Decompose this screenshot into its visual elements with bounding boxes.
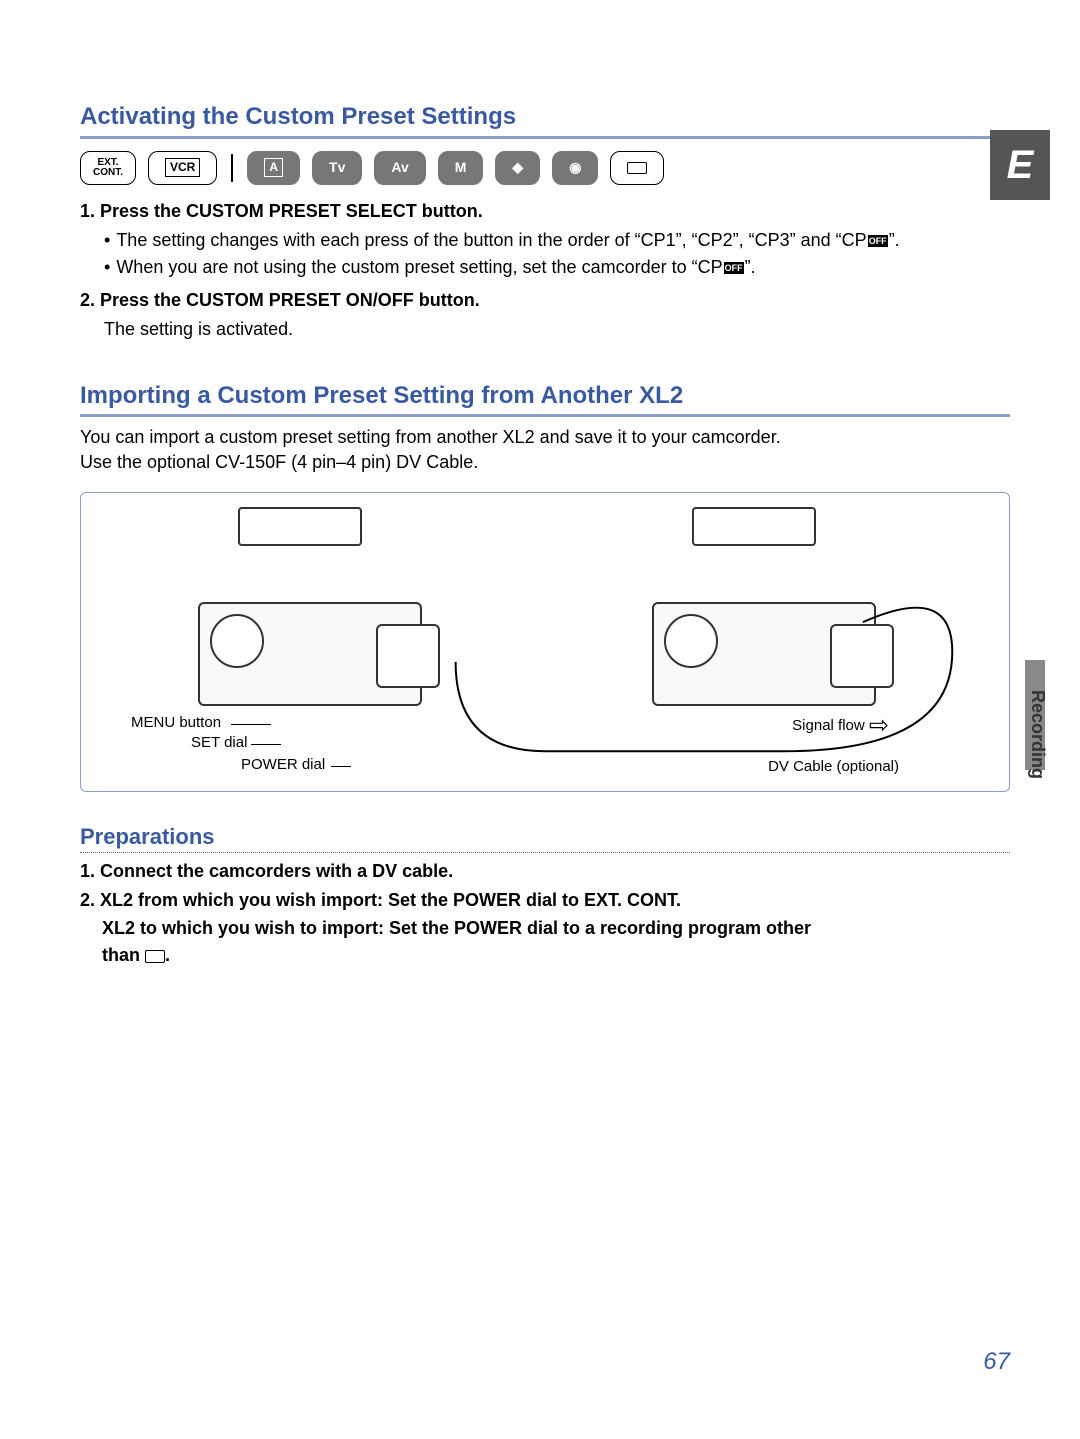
mode-pill-tv: Tv (312, 151, 362, 185)
easy-rect-icon (627, 162, 647, 174)
mode-pill-a: A (247, 151, 300, 185)
cp-off-icon: OFF (868, 235, 888, 247)
mode-pill-easy (610, 151, 664, 185)
mode-ext-label: EXT. CONT. (93, 158, 123, 178)
mode-pill-vcr: VCR (148, 151, 217, 185)
preparations-heading: Preparations (80, 822, 1010, 854)
step-1-bullet-1: • The setting changes with each press of… (104, 228, 1010, 253)
step-2-sub: The setting is activated. (104, 317, 1010, 342)
bullet-dot: • (104, 228, 110, 253)
mode-vcr-label: VCR (165, 158, 200, 177)
mode-a-label: A (264, 158, 283, 177)
mode-divider (231, 154, 233, 182)
section-heading-importing: Importing a Custom Preset Setting from A… (80, 379, 1010, 418)
bullet-dot: • (104, 255, 110, 280)
section-sidebar-label: Recording (1025, 690, 1050, 779)
step-1-bullet-2: • When you are not using the custom pres… (104, 255, 1010, 280)
prep-step-2-line3-pre: than (102, 945, 145, 965)
prep-step-2-line2: XL2 to which you wish to import: Set the… (102, 916, 1010, 941)
step1-b1-text-post: ”. (889, 230, 900, 250)
section-heading-activating: Activating the Custom Preset Settings (80, 100, 1010, 139)
step-1: 1. Press the CUSTOM PRESET SELECT button… (80, 199, 1010, 224)
lowlight-icon: ◉ (569, 158, 581, 178)
cp-off-icon: OFF (724, 262, 744, 274)
step-2: 2. Press the CUSTOM PRESET ON/OFF button… (80, 288, 1010, 313)
step1-b2-text-post: ”. (745, 257, 756, 277)
prep-step-1: 1. Connect the camcorders with a DV cabl… (80, 859, 1010, 884)
dv-cable-line (81, 493, 1009, 791)
prep-step-2-line1: 2. XL2 from which you wish import: Set t… (80, 888, 1010, 913)
language-tab: E (990, 130, 1050, 200)
mode-pill-ext-cont: EXT. CONT. (80, 151, 136, 185)
mode-pill-lowlight: ◉ (552, 151, 598, 185)
step1-b2-text-pre: When you are not using the custom preset… (116, 257, 722, 277)
import-intro-1: You can import a custom preset setting f… (80, 425, 1010, 450)
spotlight-icon: ◆ (512, 158, 523, 178)
mode-row: EXT. CONT. VCR A Tv Av M ◆ ◉ (80, 151, 1010, 185)
figure-camcorders: MENU button SET dial POWER dial Signal f… (80, 492, 1010, 792)
mode-pill-m: M (438, 151, 484, 185)
mode-pill-av: Av (374, 151, 425, 185)
mode-pill-spotlight: ◆ (495, 151, 540, 185)
import-intro-2: Use the optional CV-150F (4 pin–4 pin) D… (80, 450, 1010, 475)
page-number: 67 (983, 1345, 1010, 1379)
easy-mode-icon (145, 950, 165, 963)
step1-b1-text-pre: The setting changes with each press of t… (116, 230, 866, 250)
prep-step-2-line3-post: . (165, 945, 170, 965)
